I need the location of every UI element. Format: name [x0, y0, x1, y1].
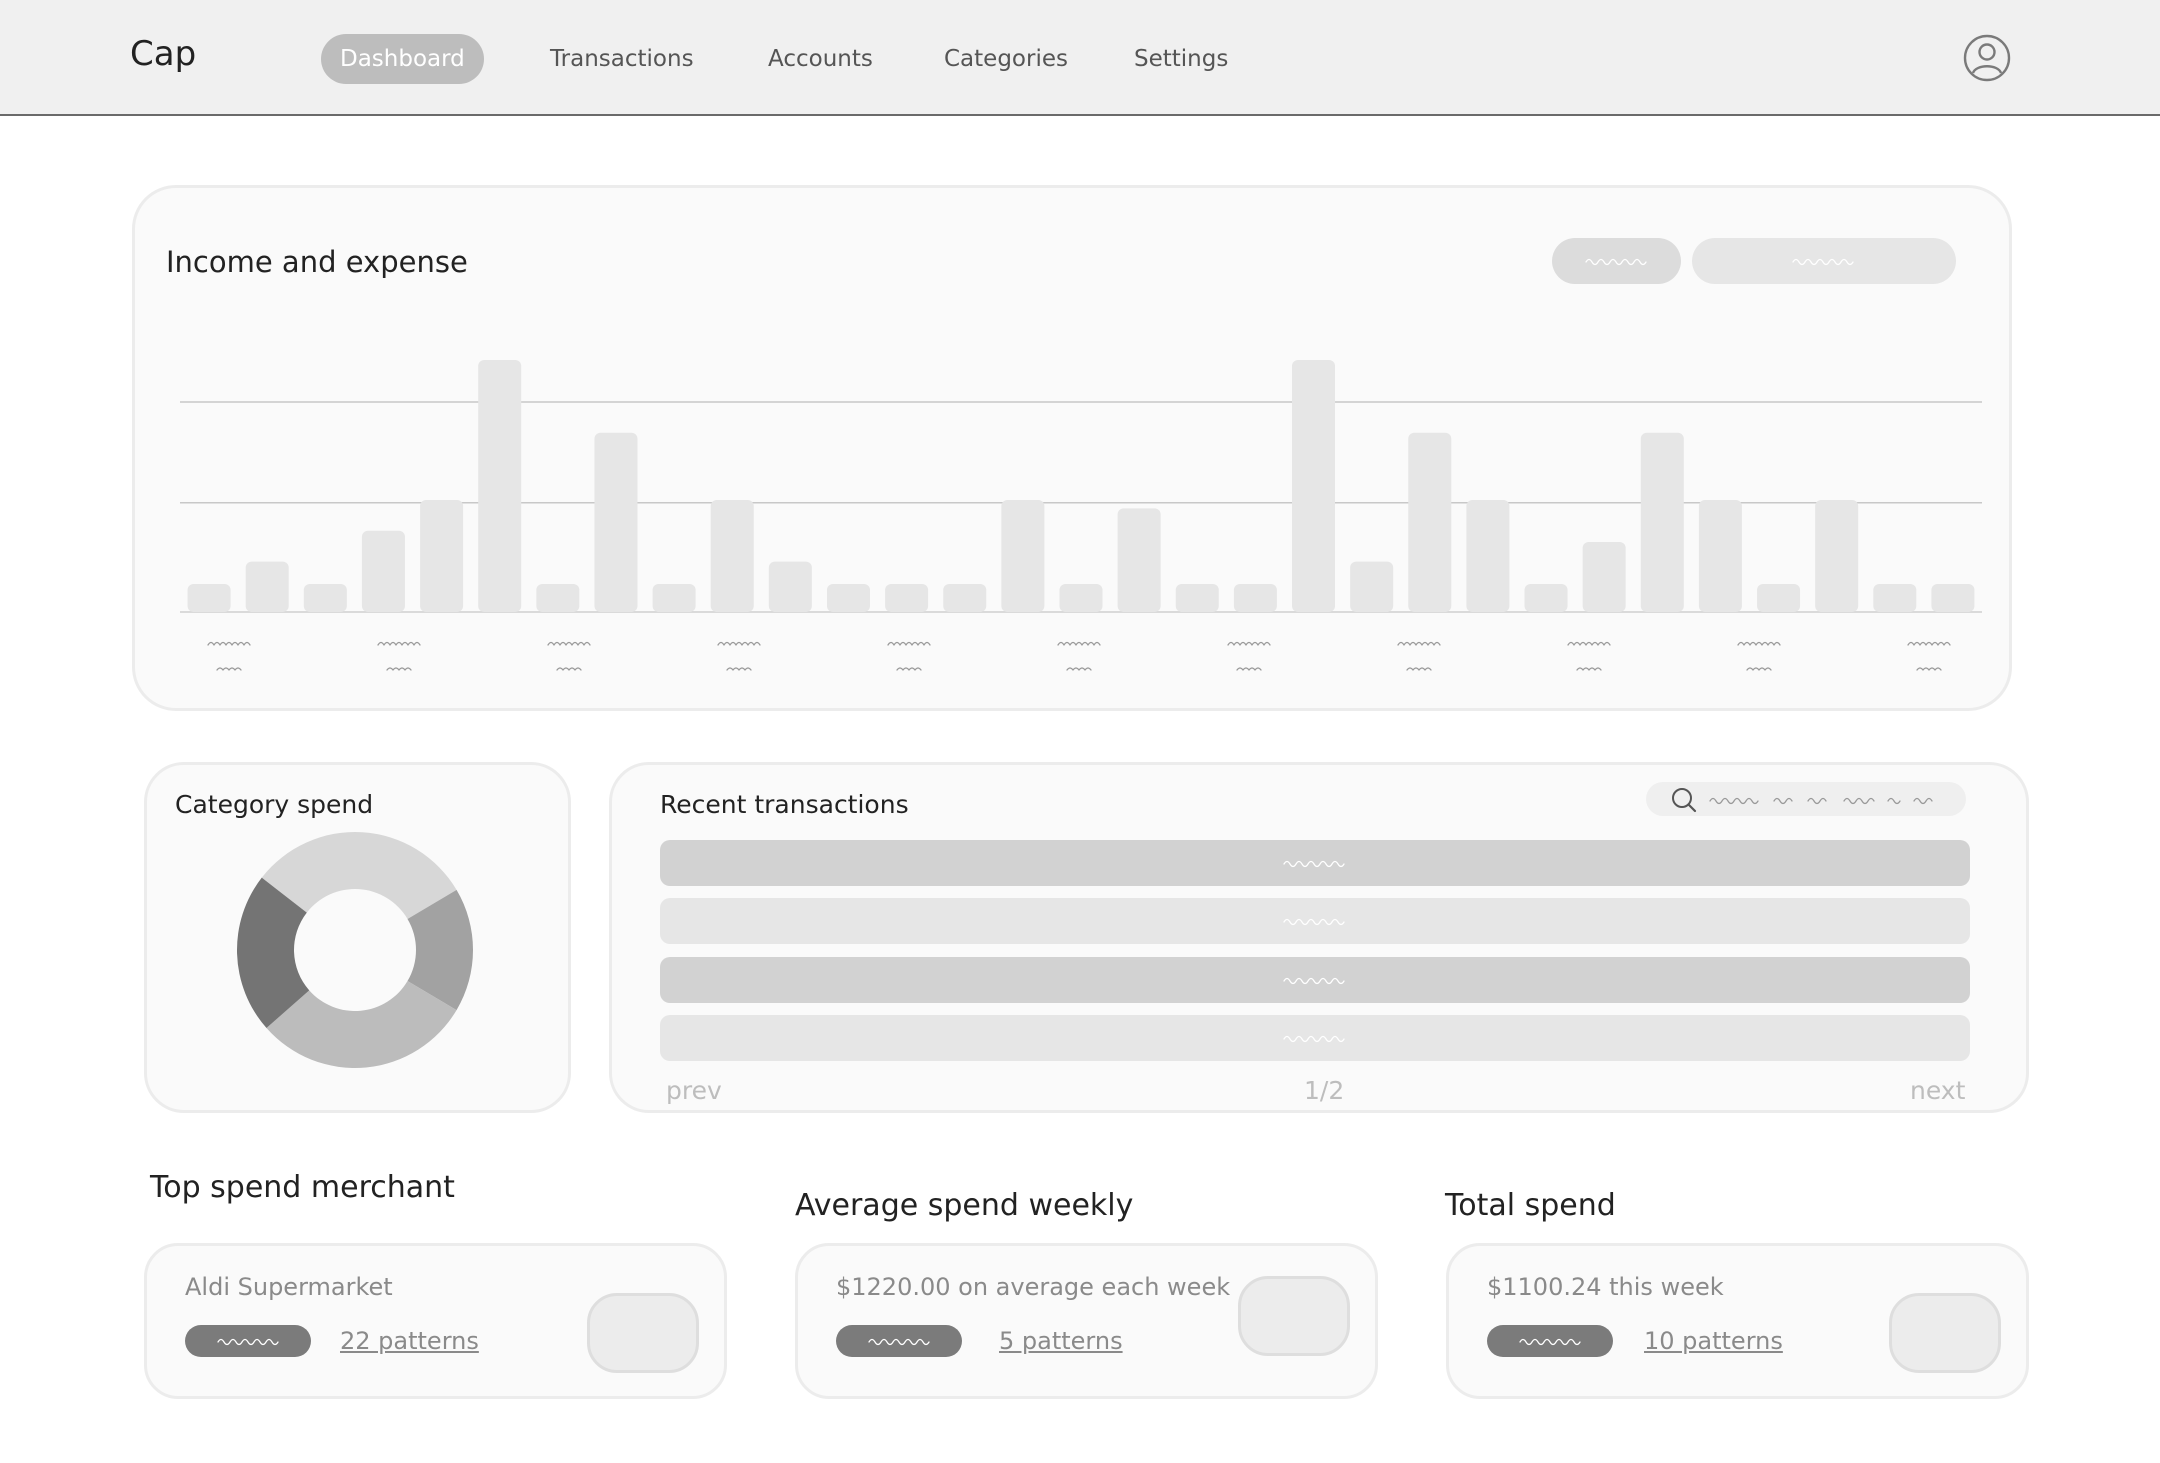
chart-x-tick-sublabel [1746, 667, 1772, 671]
chart-bar [303, 584, 347, 612]
chart-bar [361, 530, 405, 612]
top-spend-merchant-heading: Top spend merchant [150, 1170, 455, 1205]
chart-bar [1524, 584, 1568, 612]
category-spend-donut-chart [237, 832, 473, 1068]
chart-x-tick-sublabel [1406, 667, 1432, 671]
pager-next-button[interactable]: next [1910, 1076, 1965, 1105]
placeholder-text-squiggle [217, 1338, 279, 1346]
chart-bar [710, 500, 754, 612]
pager-prev-button[interactable]: prev [666, 1076, 722, 1105]
pager-page-indicator: 1/2 [1304, 1076, 1345, 1105]
total-spend-action-button[interactable] [1889, 1293, 2001, 1373]
chart-x-tick-sublabel [726, 667, 752, 671]
chart-x-tick-sublabel [1916, 667, 1942, 671]
chart-x-tick-label [1907, 641, 1951, 646]
chart-bar [1757, 584, 1801, 612]
chart-x-tick-label [1397, 641, 1441, 646]
transaction-row[interactable] [660, 1015, 1970, 1061]
chart-x-tick-sublabel [1236, 667, 1262, 671]
chart-bar [536, 584, 580, 612]
chart-bar [1815, 500, 1859, 612]
stat-badge [1487, 1325, 1613, 1357]
chart-bar [943, 584, 987, 612]
transaction-row[interactable] [660, 957, 1970, 1003]
total-spend-value: $1100.24 this week [1487, 1273, 1724, 1301]
chart-x-tick-label [1737, 641, 1781, 646]
transaction-row[interactable] [660, 898, 1970, 944]
chart-x-tick-label [1567, 641, 1611, 646]
chart-bar [1175, 584, 1219, 612]
chart-x-tick-label [1057, 641, 1101, 646]
chart-bar [1873, 584, 1917, 612]
average-spend-patterns-link[interactable]: 5 patterns [999, 1327, 1123, 1355]
chart-x-tick-label [207, 641, 251, 646]
chart-x-tick-sublabel [896, 667, 922, 671]
chart-bar [652, 584, 696, 612]
chart-x-tick-label [377, 641, 421, 646]
category-spend-title: Category spend [175, 790, 374, 819]
chart-bar [768, 561, 812, 612]
chart-bar [885, 584, 929, 612]
chart-x-tick-sublabel [1576, 667, 1602, 671]
placeholder-text-squiggle [1709, 797, 1933, 805]
income-expense-chart [180, 360, 1982, 671]
chart-bar [1233, 584, 1277, 612]
chart-bar [1292, 360, 1336, 612]
average-spend-value: $1220.00 on average each week [836, 1273, 1231, 1301]
average-spend-heading: Average spend weekly [795, 1188, 1134, 1223]
chart-x-tick-label [717, 641, 761, 646]
stat-badge [836, 1325, 962, 1357]
chart-x-tick-sublabel [386, 667, 412, 671]
chart-x-tick-sublabel [216, 667, 242, 671]
recent-transactions-title: Recent transactions [660, 790, 909, 819]
placeholder-text-squiggle [868, 1338, 930, 1346]
chart-bar [1582, 542, 1626, 612]
chart-bar [1698, 500, 1742, 612]
placeholder-text-squiggle [1283, 860, 1345, 868]
search-icon [1672, 788, 1697, 813]
chart-x-tick-sublabel [556, 667, 582, 671]
chart-bar [1117, 508, 1161, 612]
top-spend-merchant-value: Aldi Supermarket [185, 1273, 393, 1301]
chart-bar [478, 360, 522, 612]
chart-x-tick-label [547, 641, 591, 646]
chart-bar [1001, 500, 1045, 612]
chart-bar [594, 432, 638, 612]
total-spend-heading: Total spend [1445, 1188, 1616, 1223]
chart-bar [1059, 584, 1103, 612]
average-spend-action-button[interactable] [1238, 1276, 1350, 1356]
chart-bar [1408, 432, 1452, 612]
placeholder-text-squiggle [1519, 1338, 1581, 1346]
total-spend-patterns-link[interactable]: 10 patterns [1644, 1327, 1783, 1355]
transaction-row[interactable] [660, 840, 1970, 886]
top-spend-patterns-link[interactable]: 22 patterns [340, 1327, 479, 1355]
chart-bar [1350, 561, 1394, 612]
chart-x-tick-sublabel [1066, 667, 1092, 671]
chart-bar [420, 500, 464, 612]
top-spend-action-button[interactable] [587, 1293, 699, 1373]
chart-bar [1931, 584, 1975, 612]
chart-bar [1640, 432, 1684, 612]
placeholder-text-squiggle [1283, 1035, 1345, 1043]
chart-bar [187, 584, 231, 612]
chart-bar [245, 561, 289, 612]
stat-badge [185, 1325, 311, 1357]
transactions-search-input[interactable] [1646, 782, 1966, 816]
placeholder-text-squiggle [1283, 918, 1345, 926]
placeholder-text-squiggle [1283, 977, 1345, 985]
chart-x-tick-label [1227, 641, 1271, 646]
chart-bar [826, 584, 870, 612]
chart-x-tick-label [887, 641, 931, 646]
chart-bar [1466, 500, 1510, 612]
